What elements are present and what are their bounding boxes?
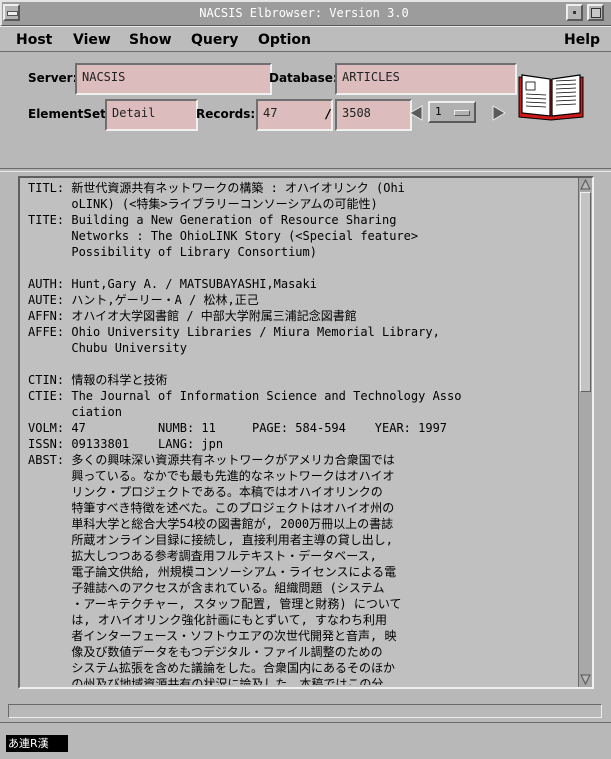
record-line: CTIN: 情報の科学と技術 — [28, 373, 168, 387]
record-line: 者インターフェース・ソフトウエアの次世代開発と音声, 映 — [28, 629, 397, 643]
record-line: ・アーキテクチャー, スタッフ配置, 管理と財務) について — [28, 597, 402, 611]
records-current-field[interactable]: 47 — [256, 99, 333, 131]
record-line: 像及び数値データをもつデジタル・ファイル調整のための — [28, 645, 383, 659]
record-line: 電子論文供給, 州規模コンソーシアム・ライセンスによる電 — [28, 565, 397, 579]
page-option-menu[interactable]: 1 — [428, 101, 476, 123]
record-line: 所蔵オンライン目録に接続し, 直接利用者主導の貸し出し, — [28, 533, 394, 547]
database-label: Database: — [269, 71, 338, 85]
book-icon — [518, 74, 584, 121]
record-line: ISSN: 09133801 LANG: jpn — [28, 437, 224, 451]
menu-bar: Host View Show Query Option Help — [0, 26, 611, 52]
record-line: 興っている。なかでも最も先進的なネットワークはオハイオ — [28, 469, 395, 483]
record-line: リンク・プロジェクトである。本稿ではオハイオリンクの — [28, 485, 383, 499]
panel-divider — [0, 168, 611, 172]
record-line: 単科大学と総合大学54校の図書館が, 2000万冊以上の書誌 — [28, 517, 394, 531]
status-separator — [0, 722, 611, 732]
record-line: AFFE: Ohio University Libraries / Miura … — [28, 325, 440, 339]
menu-option[interactable]: Option — [258, 30, 311, 50]
record-line: TITL: 新世代資源共有ネットワークの構築 : オハイオリンク (Ohi — [28, 181, 405, 195]
record-line: AUTE: ハント,ゲーリー・A / 松林,正己 — [28, 293, 259, 307]
records-total-field[interactable]: 3508 — [335, 99, 412, 131]
elementset-label: ElementSet: — [28, 107, 111, 121]
record-line: Possibility of Library Consortium) — [28, 245, 317, 259]
record-text: TITL: 新世代資源共有ネットワークの構築 : オハイオリンク (Ohi oL… — [28, 180, 576, 685]
record-line: CTIE: The Journal of Information Science… — [28, 389, 462, 403]
record-line: 子雑誌へのアクセスが含まれている。組織問題 (システム — [28, 581, 385, 595]
record-line: AUTH: Hunt,Gary A. / MATSUBAYASHI,Masaki — [28, 277, 317, 291]
menu-help[interactable]: Help — [564, 30, 600, 50]
minimize-button[interactable] — [566, 4, 583, 21]
record-line: は, オハイオリンク強化計画にもとずいて, すなわち利用 — [28, 613, 388, 627]
record-line: VOLM: 47 NUMB: 11 PAGE: 584-594 YEAR: 19… — [28, 421, 448, 435]
record-line: AFFN: オハイオ大学図書館 / 中部大学附属三浦記念図書館 — [28, 309, 357, 323]
page-value: 1 — [435, 105, 442, 118]
record-line: システム拡張を含めた議論をした。合衆国内にあるそのほか — [28, 661, 395, 675]
menu-query[interactable]: Query — [191, 30, 238, 50]
menu-view[interactable]: View — [73, 30, 111, 50]
scroll-down-arrow-icon[interactable] — [580, 674, 591, 685]
record-line — [28, 260, 576, 276]
ime-status: あ連R漢 — [6, 735, 68, 752]
database-field[interactable]: ARTICLES — [335, 63, 517, 95]
records-separator: / — [326, 107, 331, 121]
records-label: Records: — [196, 107, 256, 121]
previous-arrow-icon[interactable] — [409, 105, 424, 121]
elementset-field[interactable]: Detail — [105, 99, 198, 131]
menu-host[interactable]: Host — [16, 30, 52, 50]
vertical-scrollbar[interactable] — [578, 178, 592, 687]
menu-show[interactable]: Show — [129, 30, 172, 50]
record-line: の州及び地域資源共有の状況に論及した。本稿ではこの分 — [28, 677, 384, 685]
maximize-button[interactable] — [587, 4, 604, 21]
window-menu-button[interactable] — [3, 4, 20, 21]
record-line: ABST: 多くの興味深い資源共有ネットワークがアメリカ合衆国では — [28, 453, 395, 467]
option-indicator-icon — [454, 110, 470, 116]
next-arrow-icon[interactable] — [491, 105, 506, 121]
record-line: 特筆すべき特徴を述べた。このプロジェクトはオハイオ州の — [28, 501, 395, 515]
record-line: Chubu University — [28, 341, 187, 355]
server-label: Server: — [28, 71, 78, 85]
record-display[interactable]: TITL: 新世代資源共有ネットワークの構築 : オハイオリンク (Ohi oL… — [18, 176, 594, 689]
record-line: ciation — [28, 405, 122, 419]
window-title: NACSIS Elbrowser: Version 3.0 — [199, 6, 409, 20]
record-line: oLINK) (<特集>ライブラリーコンソーシアムの可能性) — [28, 197, 378, 211]
record-line: 拡大しつつある参考調査用フルテキスト・データベース, — [28, 549, 377, 563]
scroll-up-arrow-icon[interactable] — [580, 179, 591, 190]
status-bar — [8, 704, 602, 718]
record-line — [28, 356, 576, 372]
record-line: TITE: Building a New Generation of Resou… — [28, 213, 397, 227]
scroll-thumb[interactable] — [580, 192, 591, 392]
record-line: Networks : The OhioLINK Story (<Special … — [28, 229, 419, 243]
server-field[interactable]: NACSIS — [75, 63, 272, 95]
